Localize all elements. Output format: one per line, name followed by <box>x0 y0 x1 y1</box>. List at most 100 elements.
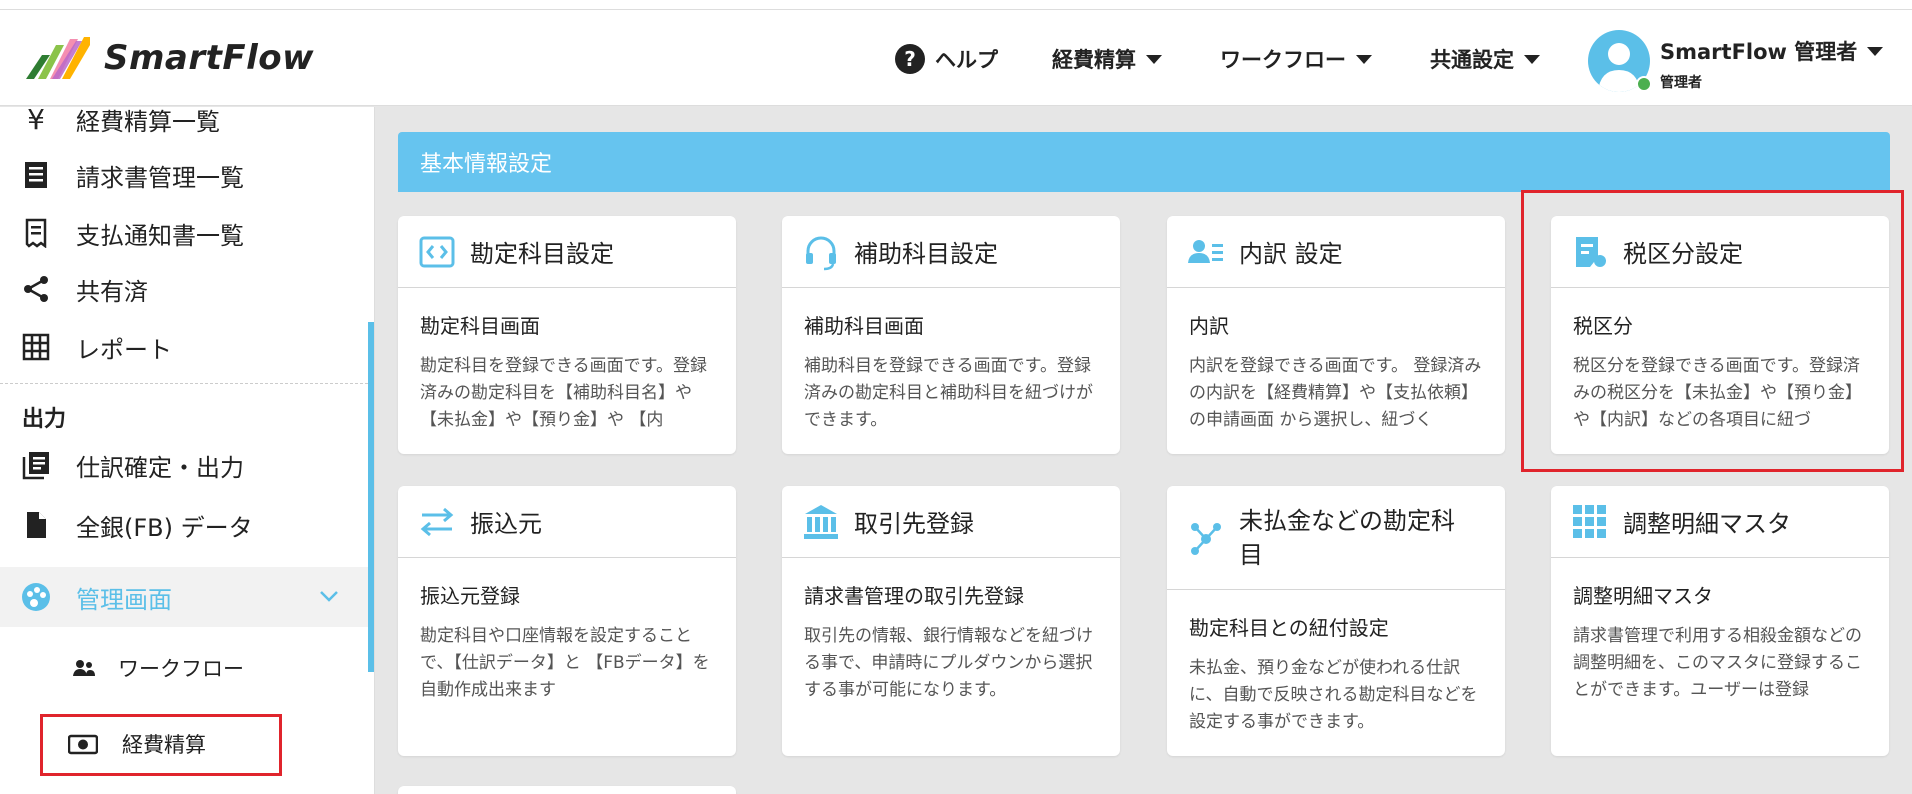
card-header: 振込元 <box>398 486 736 558</box>
contact-list-icon <box>1188 239 1223 263</box>
card-title: 勘定科目設定 <box>470 240 614 268</box>
sidebar-item-label: 管理画面 <box>76 585 172 614</box>
sidebar-item-label: 請求書管理一覧 <box>76 163 244 192</box>
card-breakdown-settings[interactable]: 内訳 設定 内訳 内訳を登録できる画面です。 登録済みの内訳を【経費精算】や【支… <box>1167 216 1505 454</box>
sidebar-item-shared[interactable]: 共有済 <box>0 261 368 317</box>
sidebar-item-report[interactable]: レポート <box>0 319 368 375</box>
chevron-down-icon <box>1146 54 1162 64</box>
nav-expense-label: 経費精算 <box>1052 48 1136 72</box>
share-icon <box>18 271 54 307</box>
card-description: 未払金、預り金などが使われる仕訳に、自動で反映される勘定科目などを設定する事がで… <box>1189 658 1478 732</box>
user-menu[interactable]: SmartFlow 管理者 <box>1660 36 1884 66</box>
card-title: 補助科目設定 <box>854 240 998 268</box>
code-box-icon <box>419 236 455 267</box>
sidebar-item-journal-output[interactable]: 仕訳確定・出力 <box>0 437 368 493</box>
palette-icon <box>18 579 54 615</box>
sidebar-item-expense-list[interactable]: ¥ 経費精算一覧 <box>0 91 368 147</box>
sidebar: ¥ 経費精算一覧 請求書管理一覧 支払通知書一覧 共有済 レポート 出力 仕訳確… <box>0 103 375 794</box>
card-subtitle: 振込元登録 <box>420 584 520 608</box>
card-header: 取引先登録 <box>782 486 1120 558</box>
bank-icon <box>804 504 838 539</box>
card-subtitle: 勘定科目との紐付設定 <box>1189 616 1389 640</box>
headset-icon <box>806 236 836 270</box>
sidebar-item-invoice-list[interactable]: 請求書管理一覧 <box>0 147 368 203</box>
nav-common-settings-dropdown[interactable]: 共通設定 <box>1430 44 1540 74</box>
card-title: 取引先登録 <box>854 510 974 538</box>
help-link[interactable]: ? ヘルプ <box>895 44 998 74</box>
card-header: 調整明細マスタ <box>1551 486 1889 558</box>
chevron-down-icon <box>1524 54 1540 64</box>
user-role: 管理者 <box>1660 75 1702 91</box>
nav-workflow-label: ワークフロー <box>1220 48 1346 72</box>
sidebar-sub-label: ワークフロー <box>118 657 244 681</box>
nav-common-settings-label: 共通設定 <box>1430 48 1514 72</box>
sidebar-divider <box>0 383 368 384</box>
apps-grid-icon <box>1573 504 1606 538</box>
card-description: 請求書管理で利用する相殺金額などの調整明細を、このマスタに登録することができます… <box>1573 626 1862 700</box>
chevron-down-icon <box>1867 46 1884 56</box>
invoice-icon <box>18 157 54 193</box>
receipt-icon <box>18 215 54 251</box>
card-account-settings[interactable]: 勘定科目設定 勘定科目画面 勘定科目を登録できる画面です。登録済みの勘定科目を【… <box>398 216 736 454</box>
sidebar-sub-workflow[interactable]: ワークフロー <box>72 653 244 683</box>
card-partial[interactable] <box>398 786 736 794</box>
highlight-tax-category-card <box>1521 190 1904 472</box>
journal-icon <box>18 447 54 483</box>
sidebar-scrollbar[interactable] <box>368 322 374 672</box>
sidebar-item-label: レポート <box>76 335 172 364</box>
card-description: 勘定科目や口座情報を設定することで、【仕訳データ】と 【FBデータ】を自動作成出… <box>420 626 710 700</box>
card-title: 振込元 <box>470 510 542 538</box>
card-title: 調整明細マスタ <box>1623 510 1791 538</box>
highlight-expense-submenu <box>40 714 282 776</box>
chevron-down-icon <box>320 591 338 602</box>
card-header: 補助科目設定 <box>782 216 1120 288</box>
card-description: 勘定科目を登録できる画面です。登録済みの勘定科目を【補助科目名】や【未払金】や【… <box>420 356 707 430</box>
transfer-arrows-icon <box>420 507 454 536</box>
card-client-registration[interactable]: 取引先登録 請求書管理の取引先登録 取引先の情報、銀行情報などを紐づける事で、申… <box>782 486 1120 756</box>
card-accounts-payable-mapping[interactable]: 未払金などの勘定科目 勘定科目との紐付設定 未払金、預り金などが使われる仕訳に、… <box>1167 486 1505 756</box>
sidebar-item-payment-notice-list[interactable]: 支払通知書一覧 <box>0 205 368 261</box>
online-status-icon <box>1636 76 1652 92</box>
card-subtitle: 調整明細マスタ <box>1573 584 1713 608</box>
card-subtitle: 内訳 <box>1189 314 1229 338</box>
sidebar-section-output: 出力 <box>22 407 67 432</box>
brand-name: SmartFlow <box>104 38 315 78</box>
section-title: 基本情報設定 <box>420 152 553 177</box>
chevron-down-icon <box>1356 54 1372 64</box>
card-transfer-source[interactable]: 振込元 振込元登録 勘定科目や口座情報を設定することで、【仕訳データ】と 【FB… <box>398 486 736 756</box>
card-title: 未払金などの勘定科目 <box>1239 506 1455 569</box>
nav-workflow-dropdown[interactable]: ワークフロー <box>1220 44 1372 74</box>
user-name: SmartFlow 管理者 <box>1660 40 1858 64</box>
top-strip <box>0 0 1912 10</box>
card-subtitle: 請求書管理の取引先登録 <box>804 584 1024 608</box>
card-header: 未払金などの勘定科目 <box>1167 486 1505 590</box>
card-description: 取引先の情報、銀行情報などを紐づける事で、申請時にプルダウンから選択する事が可能… <box>804 626 1093 700</box>
sidebar-item-label: 仕訳確定・出力 <box>76 453 244 482</box>
sidebar-item-label: 共有済 <box>76 277 148 306</box>
logo-mark-icon <box>26 37 90 79</box>
brand-logo[interactable]: SmartFlow <box>22 32 314 84</box>
network-icon <box>1191 522 1221 555</box>
card-sub-account-settings[interactable]: 補助科目設定 補助科目画面 補助科目を登録できる画面です。登録済みの勘定科目と補… <box>782 216 1120 454</box>
card-header: 内訳 設定 <box>1167 216 1505 288</box>
nav-expense-dropdown[interactable]: 経費精算 <box>1052 44 1162 74</box>
card-subtitle: 補助科目画面 <box>804 314 924 338</box>
grid-icon <box>18 329 54 365</box>
sidebar-item-admin[interactable]: 管理画面 <box>0 567 368 627</box>
yen-icon: ¥ <box>27 102 45 136</box>
help-label: ヘルプ <box>935 48 998 72</box>
section-basic-info-header: 基本情報設定 <box>398 132 1890 192</box>
help-icon: ? <box>895 44 925 74</box>
card-subtitle: 勘定科目画面 <box>420 314 540 338</box>
card-description: 補助科目を登録できる画面です。登録済みの勘定科目と補助科目を紐づけができます。 <box>804 356 1093 430</box>
sidebar-item-fb-data[interactable]: 全銀(FB) データ <box>0 497 368 553</box>
card-header: 勘定科目設定 <box>398 216 736 288</box>
sidebar-item-label: 支払通知書一覧 <box>76 221 244 250</box>
card-title: 内訳 設定 <box>1239 240 1343 268</box>
file-icon <box>18 507 54 543</box>
sidebar-item-label: 経費精算一覧 <box>76 107 220 136</box>
card-description: 内訳を登録できる画面です。 登録済みの内訳を【経費精算】や【支払依頼】の申請画面… <box>1189 356 1482 430</box>
card-adjustment-master[interactable]: 調整明細マスタ 調整明細マスタ 請求書管理で利用する相殺金額などの調整明細を、こ… <box>1551 486 1889 756</box>
people-icon <box>73 660 95 676</box>
sidebar-item-label: 全銀(FB) データ <box>76 513 253 542</box>
